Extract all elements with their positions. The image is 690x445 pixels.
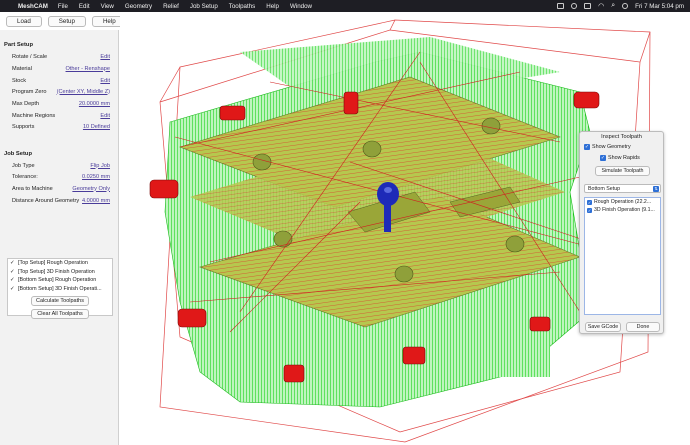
distance-around-geometry-link[interactable]: 4.0000 mm <box>82 198 110 204</box>
job-type-link[interactable]: Flip Job <box>90 163 110 169</box>
row-label: Tolerance: <box>12 173 38 180</box>
show-geometry-label: Show Geometry <box>592 144 631 150</box>
operation-label: [Top Setup] Rough Operation <box>18 260 88 267</box>
row-label: Machine Regions <box>12 112 56 119</box>
part-setup-row-supports: Supports 10 Defined <box>12 122 110 131</box>
checkmark-icon[interactable]: ✓ <box>587 199 592 205</box>
row-label: Area to Machine <box>12 185 53 192</box>
load-button[interactable]: Load <box>6 15 42 27</box>
checkmark-icon[interactable]: ✓ <box>600 155 606 161</box>
menu-geometry[interactable]: Geometry <box>125 3 152 10</box>
save-gcode-button[interactable]: Save GCode <box>585 322 621 332</box>
operation-check-icon[interactable]: ✓ <box>10 286 18 292</box>
row-label: Distance Around Geometry <box>12 197 80 204</box>
toolpath-item[interactable]: ✓ Rough Operation (22.2... <box>585 198 660 206</box>
job-setup-title: Job Setup <box>4 151 33 157</box>
operation-item[interactable]: ✓ [Top Setup] Rough Operation <box>8 259 112 268</box>
program-zero-link[interactable]: (Center XY, Middle Z) <box>57 89 110 95</box>
show-rapids-label: Show Rapids <box>608 155 640 161</box>
tolerance-link[interactable]: 0.0250 mm <box>82 174 110 180</box>
inspect-panel-title: Inspect Toolpath <box>601 134 642 140</box>
battery-icon[interactable] <box>584 3 592 9</box>
part-setup-row-program-zero: Program Zero (Center XY, Middle Z) <box>12 87 110 96</box>
operation-item[interactable]: ✓ [Bottom Setup] Rough Operation <box>8 276 112 285</box>
menu-view[interactable]: View <box>101 3 114 10</box>
operation-check-icon[interactable]: ✓ <box>10 269 18 275</box>
menu-clock[interactable]: Fri 7 Mar 5:04 pm <box>635 3 684 10</box>
menu-file[interactable]: File <box>58 3 68 10</box>
menu-relief[interactable]: Relief <box>163 3 179 10</box>
chevron-updown-icon[interactable]: ⇅ <box>653 186 659 192</box>
spotlight-search-icon[interactable]: ⌕ <box>611 2 615 10</box>
setup-button[interactable]: Setup <box>47 15 86 27</box>
done-button[interactable]: Done <box>626 322 660 332</box>
toolpath-item[interactable]: ✓ 3D Finish Operation (9.1... <box>585 206 660 214</box>
menu-app-name[interactable]: MeshCAM <box>18 3 48 10</box>
row-label: Material <box>12 65 32 72</box>
operation-check-icon[interactable]: ✓ <box>10 260 18 266</box>
stock-edit-link[interactable]: Edit <box>100 78 110 84</box>
control-center-icon[interactable] <box>622 3 629 9</box>
show-rapids-checkbox[interactable]: ✓ Show Rapids <box>600 155 640 161</box>
row-label: Program Zero <box>12 88 47 95</box>
toolpath-label: Rough Operation (22.2... <box>594 199 652 205</box>
main-toolbar: Load Setup Help <box>0 12 127 30</box>
row-label: Job Type <box>12 162 35 169</box>
row-label: Rotate / Scale <box>12 53 48 60</box>
menu-help[interactable]: Help <box>266 3 279 10</box>
part-setup-row-material: Material Other - Renshape <box>12 64 110 73</box>
wifi-icon[interactable]: ◠ <box>598 2 604 10</box>
meshcam-window: { "menubar": { "app_name": "MeshCAM", "i… <box>0 0 690 445</box>
operation-item[interactable]: ✓ [Bottom Setup] 3D Finish Operati... <box>8 285 112 294</box>
operation-check-icon[interactable]: ✓ <box>10 277 18 283</box>
inspect-toolpath-panel: Inspect Toolpath ✓ Show Geometry ✓ Show … <box>579 131 664 334</box>
job-setup-row-tolerance: Tolerance: 0.0250 mm <box>12 172 110 181</box>
menu-job-setup[interactable]: Job Setup <box>190 3 218 10</box>
max-depth-link[interactable]: 20.0000 mm <box>79 101 110 107</box>
display-icon[interactable] <box>557 3 565 9</box>
sync-icon[interactable] <box>571 3 578 9</box>
machine-regions-edit-link[interactable]: Edit <box>100 113 110 119</box>
material-link[interactable]: Other - Renshape <box>66 66 110 72</box>
menu-edit[interactable]: Edit <box>79 3 90 10</box>
job-setup-row-job-type: Job Type Flip Job <box>12 161 110 170</box>
menu-window[interactable]: Window <box>290 3 312 10</box>
row-label: Supports <box>12 123 35 130</box>
operation-label: [Bottom Setup] Rough Operation <box>18 277 97 284</box>
operation-label: [Top Setup] 3D Finish Operation <box>18 268 95 275</box>
toolpath-label: 3D Finish Operation (9.1... <box>594 207 655 213</box>
part-setup-title: Part Setup <box>4 42 33 48</box>
row-label: Stock <box>12 77 26 84</box>
clear-all-toolpaths-button[interactable]: Clear All Toolpaths <box>31 309 89 319</box>
operations-list[interactable]: ✓ [Top Setup] Rough Operation ✓ [Top Setup… <box>7 258 113 316</box>
calculate-toolpaths-button[interactable]: Calculate Toolpaths <box>31 296 89 306</box>
settings-panel: Part Setup Rotate / Scale Edit Material … <box>0 30 119 445</box>
area-to-machine-link[interactable]: Geometry Only <box>72 186 110 192</box>
job-setup-row-distance: Distance Around Geometry 4.0000 mm <box>12 196 110 205</box>
supports-link[interactable]: 10 Defined <box>83 124 110 130</box>
checkmark-icon[interactable]: ✓ <box>587 207 592 213</box>
part-setup-row-machine-regions: Machine Regions Edit <box>12 111 110 120</box>
part-setup-row-stock: Stock Edit <box>12 76 110 85</box>
macos-menu-bar: MeshCAM File Edit View Geometry Relief J… <box>0 0 690 12</box>
job-setup-row-area: Area to Machine Geometry Only <box>12 184 110 193</box>
show-geometry-checkbox[interactable]: ✓ Show Geometry <box>584 144 631 150</box>
part-setup-row-max-depth: Max Depth 20.0000 mm <box>12 99 110 108</box>
setup-select-value: Bottom Setup <box>588 185 621 192</box>
operation-label: [Bottom Setup] 3D Finish Operati... <box>18 285 102 292</box>
checkmark-icon[interactable]: ✓ <box>584 144 590 150</box>
menu-toolpaths[interactable]: Toolpaths <box>229 3 256 10</box>
toolpath-list[interactable]: ✓ Rough Operation (22.2... ✓ 3D Finish O… <box>584 197 661 315</box>
simulate-toolpath-button[interactable]: Simulate Toolpath <box>595 166 650 176</box>
setup-select[interactable]: Bottom Setup ⇅ <box>584 184 661 193</box>
part-setup-row-rotate-scale: Rotate / Scale Edit <box>12 52 110 61</box>
rotate-scale-edit-link[interactable]: Edit <box>100 54 110 60</box>
status-area: ◠ ⌕ Fri 7 Mar 5:04 pm <box>557 0 684 12</box>
row-label: Max Depth <box>12 100 40 107</box>
operation-item[interactable]: ✓ [Top Setup] 3D Finish Operation <box>8 268 112 277</box>
